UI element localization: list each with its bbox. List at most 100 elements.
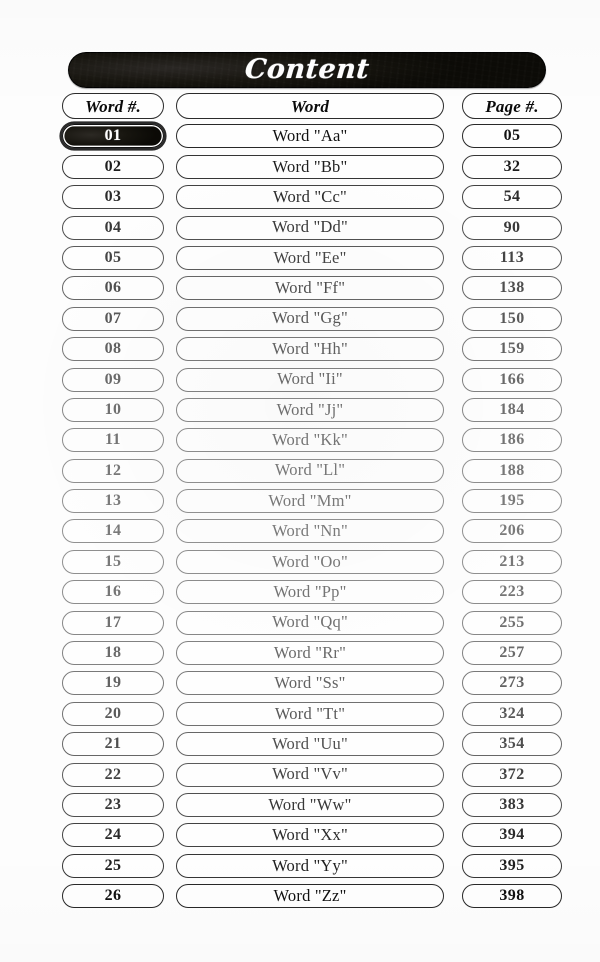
row-word-number[interactable]: 05	[62, 245, 164, 270]
table-row[interactable]: 22 Word "Vv" 372	[0, 761, 600, 791]
table-row[interactable]: 19 Word "Ss" 273	[0, 669, 600, 699]
row-word-number[interactable]: 03	[62, 185, 164, 210]
row-word[interactable]: Word "Ee"	[176, 245, 444, 270]
table-row[interactable]: 12 Word "Ll" 188	[0, 457, 600, 487]
table-row[interactable]: 14 Word "Nn" 206	[0, 517, 600, 547]
table-row[interactable]: 21 Word "Uu" 354	[0, 730, 600, 760]
table-row[interactable]: 09 Word "Ii" 166	[0, 366, 600, 396]
row-word[interactable]: Word "Vv"	[176, 762, 444, 787]
table-row[interactable]: 11 Word "Kk" 186	[0, 426, 600, 456]
row-word-number[interactable]: 08	[62, 337, 164, 362]
row-page-number[interactable]: 223	[462, 580, 562, 605]
row-word-number[interactable]: 14	[62, 519, 164, 544]
row-page-number[interactable]: 257	[462, 641, 562, 666]
row-page-number[interactable]: 159	[462, 337, 562, 362]
table-row[interactable]: 15 Word "Oo" 213	[0, 548, 600, 578]
table-row[interactable]: 04 Word "Dd" 90	[0, 214, 600, 244]
row-page-number[interactable]: 255	[462, 610, 562, 635]
row-word-number[interactable]: 07	[62, 306, 164, 331]
row-word[interactable]: Word "Dd"	[176, 215, 444, 240]
row-word[interactable]: Word "Ww"	[176, 792, 444, 817]
row-word-number[interactable]: 04	[62, 215, 164, 240]
table-row[interactable]: 08 Word "Hh" 159	[0, 335, 600, 365]
row-page-number[interactable]: 113	[462, 245, 562, 270]
row-page-number[interactable]: 213	[462, 549, 562, 574]
row-page-number[interactable]: 395	[462, 853, 562, 878]
row-word[interactable]: Word "Tt"	[176, 701, 444, 726]
row-word[interactable]: Word "Cc"	[176, 185, 444, 210]
row-page-number[interactable]: 273	[462, 671, 562, 696]
table-row[interactable]: 05 Word "Ee" 113	[0, 244, 600, 274]
row-word[interactable]: Word "Ss"	[176, 671, 444, 696]
row-word-number[interactable]: 17	[62, 610, 164, 635]
row-word-number[interactable]: 18	[62, 641, 164, 666]
row-page-number[interactable]: 188	[462, 458, 562, 483]
row-word[interactable]: Word "Gg"	[176, 306, 444, 331]
table-row[interactable]: 20 Word "Tt" 324	[0, 700, 600, 730]
row-word[interactable]: Word "Nn"	[176, 519, 444, 544]
row-word[interactable]: Word "Uu"	[176, 732, 444, 757]
row-page-number[interactable]: 32	[462, 154, 562, 179]
row-word-number[interactable]: 16	[62, 580, 164, 605]
row-word[interactable]: Word "Ff"	[176, 276, 444, 301]
row-page-number[interactable]: 195	[462, 489, 562, 514]
row-page-number[interactable]: 54	[462, 185, 562, 210]
row-word[interactable]: Word "Rr"	[176, 641, 444, 666]
table-row[interactable]: 10 Word "Jj" 184	[0, 396, 600, 426]
row-word-number[interactable]: 02	[62, 154, 164, 179]
row-word[interactable]: Word "Yy"	[176, 853, 444, 878]
row-word-number[interactable]: 26	[62, 884, 164, 909]
row-word-number[interactable]: 09	[62, 367, 164, 392]
row-page-number[interactable]: 90	[462, 215, 562, 240]
row-word[interactable]: Word "Oo"	[176, 549, 444, 574]
table-row[interactable]: 18 Word "Rr" 257	[0, 639, 600, 669]
table-row[interactable]: 17 Word "Qq" 255	[0, 609, 600, 639]
row-page-number[interactable]: 383	[462, 792, 562, 817]
row-word-number[interactable]: 06	[62, 276, 164, 301]
row-page-number[interactable]: 186	[462, 428, 562, 453]
row-word-number[interactable]: 11	[62, 428, 164, 453]
row-word[interactable]: Word "Jj"	[176, 397, 444, 422]
row-page-number[interactable]: 398	[462, 884, 562, 909]
row-word-number[interactable]: 20	[62, 701, 164, 726]
row-page-number[interactable]: 206	[462, 519, 562, 544]
row-word[interactable]: Word "Qq"	[176, 610, 444, 635]
table-row[interactable]: 25 Word "Yy" 395	[0, 852, 600, 882]
row-word-number[interactable]: 10	[62, 397, 164, 422]
row-word-number-selected[interactable]: 01	[62, 124, 164, 149]
row-word-number[interactable]: 25	[62, 853, 164, 878]
table-row[interactable]: 01 Word "Aa" 05	[0, 122, 600, 152]
row-page-number[interactable]: 05	[462, 124, 562, 149]
row-word[interactable]: Word "Kk"	[176, 428, 444, 453]
table-row[interactable]: 26 Word "Zz" 398	[0, 882, 600, 912]
row-page-number[interactable]: 354	[462, 732, 562, 757]
row-word[interactable]: Word "Ll"	[176, 458, 444, 483]
table-row[interactable]: 24 Word "Xx" 394	[0, 821, 600, 851]
row-word-number[interactable]: 23	[62, 792, 164, 817]
row-page-number[interactable]: 324	[462, 701, 562, 726]
row-word-number[interactable]: 15	[62, 549, 164, 574]
table-row[interactable]: 13 Word "Mm" 195	[0, 487, 600, 517]
row-page-number[interactable]: 184	[462, 397, 562, 422]
row-word-number[interactable]: 24	[62, 823, 164, 848]
row-word-number[interactable]: 19	[62, 671, 164, 696]
row-page-number[interactable]: 150	[462, 306, 562, 331]
row-word[interactable]: Word "Ii"	[176, 367, 444, 392]
table-row[interactable]: 06 Word "Ff" 138	[0, 274, 600, 304]
row-word-number[interactable]: 21	[62, 732, 164, 757]
table-row[interactable]: 02 Word "Bb" 32	[0, 153, 600, 183]
table-row[interactable]: 23 Word "Ww" 383	[0, 791, 600, 821]
row-page-number[interactable]: 394	[462, 823, 562, 848]
table-row[interactable]: 16 Word "Pp" 223	[0, 578, 600, 608]
row-word[interactable]: Word "Hh"	[176, 337, 444, 362]
row-word[interactable]: Word "Mm"	[176, 489, 444, 514]
row-page-number[interactable]: 138	[462, 276, 562, 301]
row-page-number[interactable]: 166	[462, 367, 562, 392]
row-word-number[interactable]: 13	[62, 489, 164, 514]
row-word-number[interactable]: 12	[62, 458, 164, 483]
table-row[interactable]: 07 Word "Gg" 150	[0, 305, 600, 335]
row-word[interactable]: Word "Aa"	[176, 124, 444, 149]
row-word[interactable]: Word "Pp"	[176, 580, 444, 605]
row-word-number[interactable]: 22	[62, 762, 164, 787]
table-row[interactable]: 03 Word "Cc" 54	[0, 183, 600, 213]
